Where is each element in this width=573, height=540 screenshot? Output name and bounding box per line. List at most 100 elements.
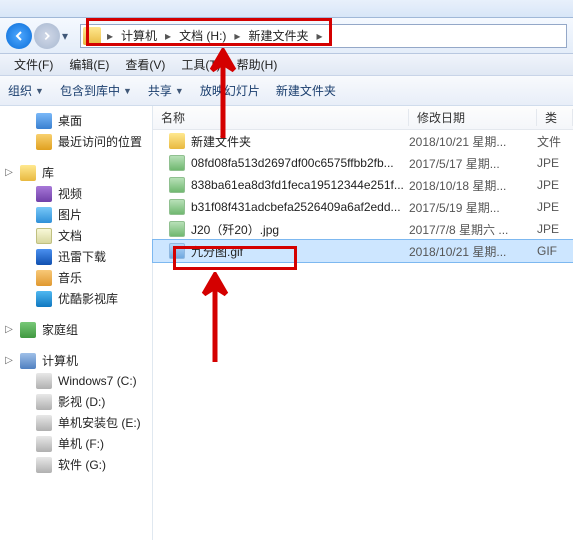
file-date: 2018/10/21 星期... xyxy=(409,243,537,260)
menu-help[interactable]: 帮助(H) xyxy=(229,56,286,73)
sidebar-item-label: 最近访问的位置 xyxy=(58,133,142,150)
toolbar-share[interactable]: 共享▼ xyxy=(148,82,184,99)
nav-forward-button[interactable] xyxy=(34,23,60,49)
file-type: JPE xyxy=(537,178,573,192)
sidebar-item-documents[interactable]: 文档 xyxy=(0,225,152,246)
youku-icon xyxy=(36,291,52,307)
toolbar-include[interactable]: 包含到库中▼ xyxy=(60,82,132,99)
sidebar-item-label: 单机 (F:) xyxy=(58,435,104,452)
sidebar-item-pictures[interactable]: 图片 xyxy=(0,204,152,225)
expand-icon[interactable]: ▷ xyxy=(4,167,14,178)
gif-icon xyxy=(169,243,185,259)
file-type: 文件 xyxy=(537,133,573,150)
folder-icon xyxy=(83,27,101,45)
drive-icon xyxy=(36,415,52,431)
img-icon xyxy=(169,199,185,215)
computer-icon xyxy=(20,353,36,369)
file-type: GIF xyxy=(537,244,573,258)
chevron-right-icon[interactable]: ▸ xyxy=(314,29,324,43)
chevron-right-icon[interactable]: ▸ xyxy=(163,29,173,43)
drive-icon xyxy=(36,373,52,389)
toolbar-slideshow[interactable]: 放映幻灯片 xyxy=(200,82,260,99)
sidebar-item-label: 文档 xyxy=(58,227,82,244)
toolbar-organize-label: 组织 xyxy=(8,82,32,99)
expand-icon[interactable]: ▷ xyxy=(4,355,14,366)
file-name: b31f08f431adcbefa2526409a6af2edd... xyxy=(191,200,409,214)
sidebar-item-drive-f[interactable]: 单机 (F:) xyxy=(0,433,152,454)
sidebar-item-label: 库 xyxy=(42,164,54,181)
chevron-down-icon: ▼ xyxy=(123,86,132,96)
drive-icon xyxy=(36,394,52,410)
file-type: JPE xyxy=(537,156,573,170)
nav-bar: ▾ ▸ 计算机 ▸ 文档 (H:) ▸ 新建文件夹 ▸ xyxy=(0,18,573,54)
sidebar-item-music[interactable]: 音乐 xyxy=(0,267,152,288)
sidebar-item-drive-g[interactable]: 软件 (G:) xyxy=(0,454,152,475)
sidebar-item-label: 软件 (G:) xyxy=(58,456,106,473)
chevron-down-icon: ▼ xyxy=(35,86,44,96)
nav-history-dropdown[interactable]: ▾ xyxy=(62,29,76,43)
drive-icon xyxy=(36,436,52,452)
file-type: JPE xyxy=(537,222,573,236)
breadcrumb-computer[interactable]: 计算机 xyxy=(115,27,163,44)
file-row[interactable]: b31f08f431adcbefa2526409a6af2edd...2017/… xyxy=(153,196,573,218)
file-name: 新建文件夹 xyxy=(191,133,409,150)
sidebar-item-thunder[interactable]: 迅雷下载 xyxy=(0,246,152,267)
sidebar-item-libraries[interactable]: ▷库 xyxy=(0,162,152,183)
file-name: J20（歼20）.jpg xyxy=(191,221,409,238)
sidebar-item-label: 迅雷下载 xyxy=(58,248,106,265)
file-date: 2018/10/18 星期... xyxy=(409,177,537,194)
sidebar-item-label: 影视 (D:) xyxy=(58,393,105,410)
column-name[interactable]: 名称 xyxy=(153,109,409,126)
sidebar-item-drive-c[interactable]: Windows7 (C:) xyxy=(0,371,152,391)
file-row[interactable]: 新建文件夹2018/10/21 星期...文件 xyxy=(153,130,573,152)
column-date[interactable]: 修改日期 xyxy=(409,109,537,126)
file-row[interactable]: 九分图.gif2018/10/21 星期...GIF xyxy=(153,240,573,262)
img-icon xyxy=(169,177,185,193)
menu-edit[interactable]: 编辑(E) xyxy=(61,56,117,73)
address-bar[interactable]: ▸ 计算机 ▸ 文档 (H:) ▸ 新建文件夹 ▸ xyxy=(80,24,567,48)
sidebar-item-recent[interactable]: 最近访问的位置 xyxy=(0,131,152,152)
chevron-right-icon[interactable]: ▸ xyxy=(105,29,115,43)
sidebar-item-label: 音乐 xyxy=(58,269,82,286)
breadcrumb-folder[interactable]: 新建文件夹 xyxy=(242,27,314,44)
column-type[interactable]: 类 xyxy=(537,109,573,126)
sidebar-item-label: 优酷影视库 xyxy=(58,290,118,307)
toolbar-include-label: 包含到库中 xyxy=(60,82,120,99)
sidebar-item-video[interactable]: 视频 xyxy=(0,183,152,204)
arrow-left-icon xyxy=(12,29,26,43)
recent-icon xyxy=(36,134,52,150)
file-row[interactable]: 08fd08fa513d2697df00c6575ffbb2fb...2017/… xyxy=(153,152,573,174)
sidebar-item-homegroup[interactable]: ▷家庭组 xyxy=(0,319,152,340)
sidebar-item-youku[interactable]: 优酷影视库 xyxy=(0,288,152,309)
nav-back-button[interactable] xyxy=(6,23,32,49)
menu-bar: 文件(F) 编辑(E) 查看(V) 工具(T) 帮助(H) xyxy=(0,54,573,76)
breadcrumb-drive[interactable]: 文档 (H:) xyxy=(173,27,232,44)
menu-view[interactable]: 查看(V) xyxy=(117,56,173,73)
thunder-icon xyxy=(36,249,52,265)
toolbar-share-label: 共享 xyxy=(148,82,172,99)
drive-icon xyxy=(36,457,52,473)
file-type: JPE xyxy=(537,200,573,214)
music-icon xyxy=(36,270,52,286)
title-bar xyxy=(0,0,573,18)
img-icon xyxy=(169,221,185,237)
sidebar-item-label: 图片 xyxy=(58,206,82,223)
expand-icon[interactable]: ▷ xyxy=(4,324,14,335)
menu-tools[interactable]: 工具(T) xyxy=(173,56,228,73)
toolbar-newfolder[interactable]: 新建文件夹 xyxy=(276,82,336,99)
toolbar-organize[interactable]: 组织▼ xyxy=(8,82,44,99)
library-icon xyxy=(20,165,36,181)
sidebar-item-drive-d[interactable]: 影视 (D:) xyxy=(0,391,152,412)
sidebar-item-desktop[interactable]: 桌面 xyxy=(0,110,152,131)
chevron-right-icon[interactable]: ▸ xyxy=(232,29,242,43)
file-row[interactable]: 838ba61ea8d3fd1feca19512344e251f...2018/… xyxy=(153,174,573,196)
sidebar-item-drive-e[interactable]: 单机安装包 (E:) xyxy=(0,412,152,433)
file-list: 新建文件夹2018/10/21 星期...文件08fd08fa513d2697d… xyxy=(153,130,573,262)
file-date: 2017/5/17 星期... xyxy=(409,155,537,172)
img-icon xyxy=(169,155,185,171)
column-headers: 名称 修改日期 类 xyxy=(153,106,573,130)
sidebar-item-label: 单机安装包 (E:) xyxy=(58,414,141,431)
file-row[interactable]: J20（歼20）.jpg2017/7/8 星期六 ...JPE xyxy=(153,218,573,240)
sidebar-item-computer[interactable]: ▷计算机 xyxy=(0,350,152,371)
menu-file[interactable]: 文件(F) xyxy=(6,56,61,73)
